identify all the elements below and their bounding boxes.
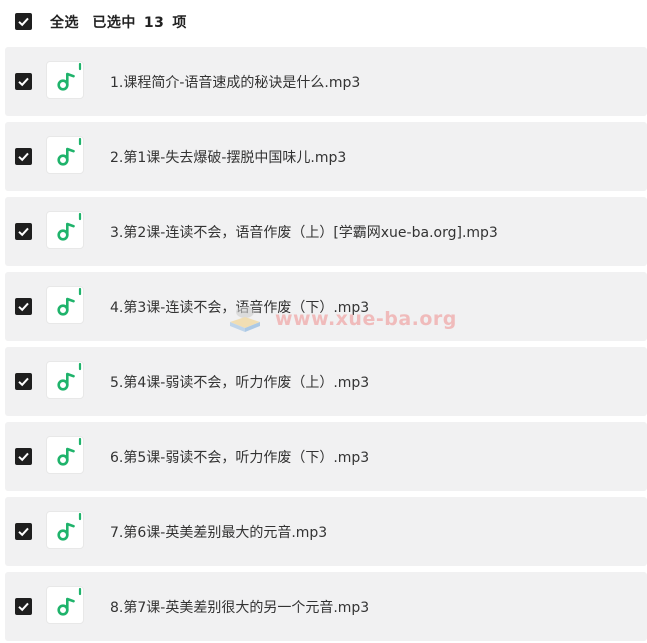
audio-note-icon bbox=[46, 436, 84, 474]
audio-note-icon bbox=[46, 61, 84, 99]
file-checkbox[interactable] bbox=[15, 73, 32, 90]
select-all-label[interactable]: 全选 bbox=[50, 15, 79, 31]
file-name[interactable]: 8.第7课-英美差别很大的另一个元音.mp3 bbox=[110, 597, 369, 617]
file-checkbox[interactable] bbox=[15, 223, 32, 240]
checkmark-icon bbox=[18, 17, 29, 27]
audio-note-icon bbox=[46, 511, 84, 549]
file-checkbox[interactable] bbox=[15, 373, 32, 390]
audio-note-icon bbox=[46, 586, 84, 624]
checkmark-icon bbox=[18, 602, 29, 612]
selected-suffix: 项 bbox=[172, 15, 187, 31]
file-row[interactable]: 8.第7课-英美差别很大的另一个元音.mp3 bbox=[5, 572, 647, 641]
selected-count: 13 bbox=[143, 15, 165, 31]
checkmark-icon bbox=[18, 227, 29, 237]
file-checkbox[interactable] bbox=[15, 148, 32, 165]
audio-note-icon bbox=[46, 286, 84, 324]
checkmark-icon bbox=[18, 152, 29, 162]
file-checkbox[interactable] bbox=[15, 298, 32, 315]
file-checkbox[interactable] bbox=[15, 448, 32, 465]
file-checkbox[interactable] bbox=[15, 523, 32, 540]
file-name[interactable]: 5.第4课-弱读不会，听力作废（上）.mp3 bbox=[110, 372, 369, 392]
audio-note-icon bbox=[46, 136, 84, 174]
file-row[interactable]: 3.第2课-连读不会，语音作废（上）[学霸网xue-ba.org].mp3 bbox=[5, 197, 647, 266]
checkmark-icon bbox=[18, 302, 29, 312]
file-name[interactable]: 4.第3课-连读不会，语音作废（下）.mp3 bbox=[110, 297, 369, 317]
checkmark-icon bbox=[18, 377, 29, 387]
file-name[interactable]: 6.第5课-弱读不会，听力作废（下）.mp3 bbox=[110, 447, 369, 467]
audio-note-icon bbox=[46, 361, 84, 399]
selection-header: 全选 已选中 13 项 bbox=[0, 0, 647, 45]
checkmark-icon bbox=[18, 527, 29, 537]
file-checkbox[interactable] bbox=[15, 598, 32, 615]
selection-summary: 全选 已选中 13 项 bbox=[50, 12, 195, 32]
file-row[interactable]: 4.第3课-连读不会，语音作废（下）.mp3 bbox=[5, 272, 647, 341]
selected-prefix: 已选中 bbox=[92, 15, 136, 31]
file-row[interactable]: 5.第4课-弱读不会，听力作废（上）.mp3 bbox=[5, 347, 647, 416]
file-name[interactable]: 1.课程简介-语音速成的秘诀是什么.mp3 bbox=[110, 72, 360, 92]
file-name[interactable]: 7.第6课-英美差别最大的元音.mp3 bbox=[110, 522, 327, 542]
checkmark-icon bbox=[18, 77, 29, 87]
audio-note-icon bbox=[46, 211, 84, 249]
file-row[interactable]: 7.第6课-英美差别最大的元音.mp3 bbox=[5, 497, 647, 566]
checkmark-icon bbox=[18, 452, 29, 462]
file-row[interactable]: 2.第1课-失去爆破-摆脱中国味儿.mp3 bbox=[5, 122, 647, 191]
file-row[interactable]: 1.课程简介-语音速成的秘诀是什么.mp3 bbox=[5, 47, 647, 116]
select-all-checkbox[interactable] bbox=[15, 13, 32, 30]
file-name[interactable]: 2.第1课-失去爆破-摆脱中国味儿.mp3 bbox=[110, 147, 346, 167]
file-name[interactable]: 3.第2课-连读不会，语音作废（上）[学霸网xue-ba.org].mp3 bbox=[110, 222, 498, 242]
file-row[interactable]: 6.第5课-弱读不会，听力作废（下）.mp3 bbox=[5, 422, 647, 491]
